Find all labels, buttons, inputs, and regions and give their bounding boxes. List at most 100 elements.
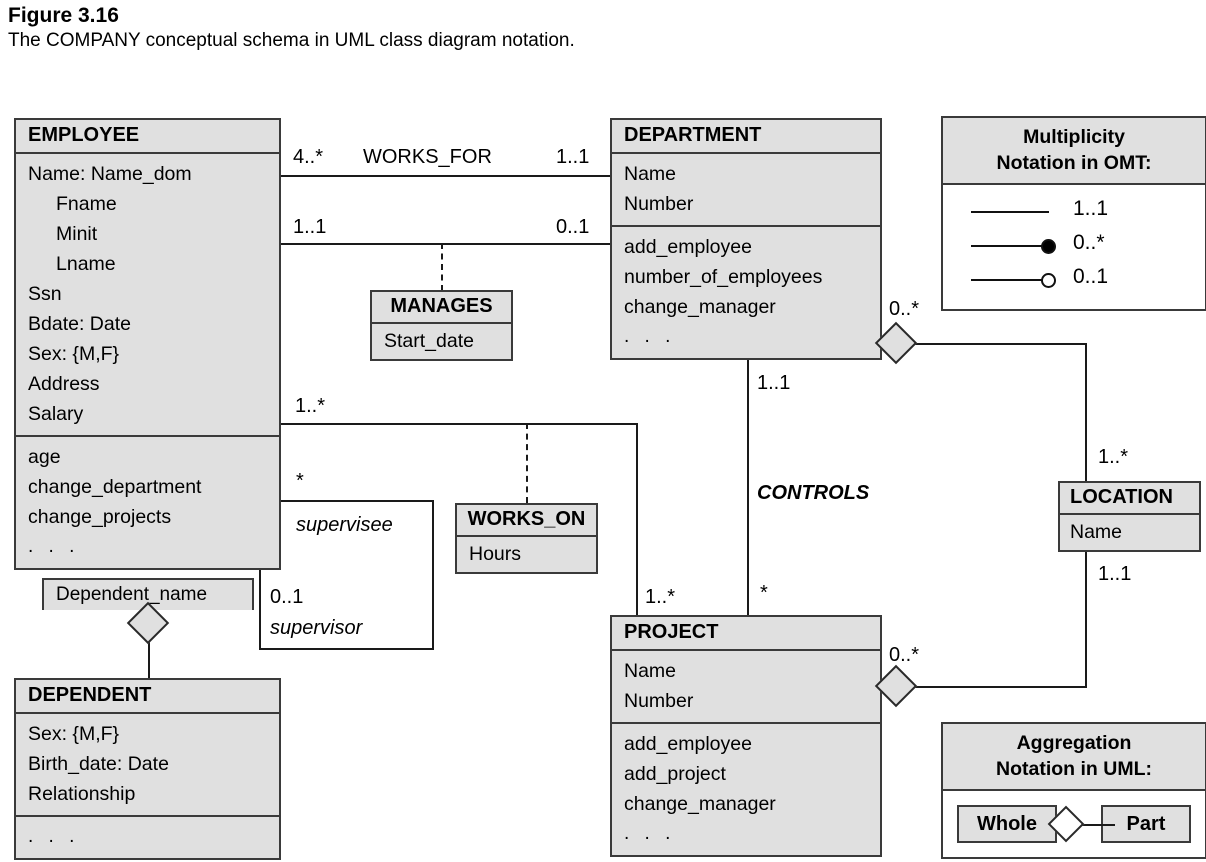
project-location-project-multiplicity: 0..*	[889, 644, 920, 666]
controls-label: CONTROLS	[757, 482, 870, 504]
class-employee-attributes: Name: Name_dom Fname Minit Lname Ssn Bda…	[16, 154, 279, 435]
class-project-operations: add_employee add_project change_manager …	[612, 722, 880, 855]
legend-aggregation-title: Aggregation Notation in UML:	[943, 724, 1205, 791]
supervisor-multiplicity: 0..1	[270, 586, 304, 608]
legend-row-label: 1..1	[1073, 197, 1109, 220]
attribute-row: Relationship	[28, 783, 136, 805]
class-project-name: PROJECT	[612, 617, 880, 651]
legend-aggregation-notation: Aggregation Notation in UML: Whole Part	[941, 722, 1206, 859]
operation-row: age	[28, 446, 61, 468]
legend-aggregation-body: Whole Part	[943, 791, 1205, 857]
association-class-manages-name: MANAGES	[372, 292, 511, 324]
operation-row: add_project	[624, 763, 726, 785]
legend-row: 0..1	[943, 263, 1205, 297]
association-class-manages[interactable]: MANAGES Start_date	[370, 290, 513, 361]
operation-row: number_of_employees	[624, 266, 823, 288]
manages-line	[281, 243, 610, 245]
legend-row-label: 0..1	[1073, 265, 1109, 288]
legend-row: 0..*	[943, 229, 1205, 263]
attribute-row: Birth_date: Date	[28, 753, 169, 775]
class-employee[interactable]: EMPLOYEE Name: Name_dom Fname Minit Lnam…	[14, 118, 281, 570]
attribute-row: Fname	[56, 193, 117, 215]
filled-circle-icon	[1041, 239, 1056, 254]
class-dependent[interactable]: DEPENDENT Sex: {M,F} Birth_date: Date Re…	[14, 678, 281, 860]
legend-row: 1..1	[943, 195, 1205, 229]
attribute-row: Bdate: Date	[28, 313, 131, 335]
legend-whole-box: Whole	[957, 805, 1057, 843]
attribute-row: Salary	[28, 403, 84, 425]
manages-department-multiplicity: 0..1	[556, 216, 590, 238]
manages-dashed-connector	[441, 243, 443, 291]
works-on-employee-multiplicity: 1..*	[295, 395, 326, 417]
supervisor-role-label: supervisor	[270, 617, 363, 639]
supervisee-role-label: supervisee	[296, 514, 393, 536]
controls-department-multiplicity: 1..1	[757, 372, 791, 394]
works-on-line	[281, 423, 638, 425]
class-project[interactable]: PROJECT Name Number add_employee add_pro…	[610, 615, 882, 857]
legend-multiplicity-notation: Multiplicity Notation in OMT: 1..1 0..* …	[941, 116, 1206, 311]
operation-row: . . .	[624, 823, 676, 844]
project-location-horizontal	[902, 686, 1087, 688]
figure-number: Figure 3.16	[8, 4, 119, 27]
figure-caption: The COMPANY conceptual schema in UML cla…	[8, 30, 575, 51]
project-location-vertical	[1085, 548, 1087, 688]
class-dependent-name: DEPENDENT	[16, 680, 279, 714]
dept-location-department-multiplicity: 0..*	[889, 298, 920, 320]
operation-row: . . .	[624, 326, 676, 347]
operation-row: add_employee	[624, 733, 752, 755]
controls-project-multiplicity: *	[760, 582, 768, 604]
class-department[interactable]: DEPARTMENT Name Number add_employee numb…	[610, 118, 882, 360]
dept-location-location-multiplicity: 1..*	[1098, 446, 1129, 468]
attribute-row: Hours	[469, 543, 522, 565]
controls-line	[747, 356, 749, 615]
class-location[interactable]: LOCATION Name	[1058, 481, 1201, 552]
attribute-row: Address	[28, 373, 100, 395]
association-line-icon	[971, 279, 1049, 281]
legend-multiplicity-title-line2: Notation in OMT:	[996, 152, 1152, 174]
attribute-row: Start_date	[384, 330, 474, 352]
class-dependent-attributes: Sex: {M,F} Birth_date: Date Relationship	[16, 714, 279, 815]
association-class-works-on[interactable]: WORKS_ON Hours	[455, 503, 598, 574]
attribute-row: Number	[624, 690, 694, 712]
dept-location-vertical	[1085, 343, 1087, 481]
operation-row: add_employee	[624, 236, 752, 258]
attribute-row: Minit	[56, 223, 98, 245]
dept-location-horizontal	[902, 343, 1087, 345]
operation-row: change_manager	[624, 296, 776, 318]
legend-row-label: 0..*	[1073, 231, 1105, 254]
operation-row: . . .	[28, 826, 80, 847]
works-on-project-multiplicity: 1..*	[645, 586, 676, 608]
works-on-vertical	[636, 423, 638, 615]
works-for-department-multiplicity: 1..1	[556, 146, 590, 168]
attribute-row: Number	[624, 193, 694, 215]
class-department-name: DEPARTMENT	[612, 120, 880, 154]
association-line-icon	[971, 211, 1049, 213]
attribute-row: Name	[1070, 521, 1123, 543]
works-on-dashed-connector	[526, 423, 528, 503]
manages-employee-multiplicity: 1..1	[293, 216, 327, 238]
association-class-works-on-attributes: Hours	[457, 537, 596, 572]
class-department-attributes: Name Number	[612, 154, 880, 225]
association-class-works-on-name: WORKS_ON	[457, 505, 596, 537]
attribute-row: Ssn	[28, 283, 62, 305]
attribute-row: Sex: {M,F}	[28, 343, 120, 365]
class-dependent-operations: . . .	[16, 815, 279, 858]
class-location-attributes: Name	[1060, 515, 1199, 550]
attribute-row: Sex: {M,F}	[28, 723, 120, 745]
class-employee-name: EMPLOYEE	[16, 120, 279, 154]
attribute-row: Lname	[56, 253, 116, 275]
hollow-circle-icon	[1041, 273, 1056, 288]
class-project-attributes: Name Number	[612, 651, 880, 722]
project-location-location-multiplicity: 1..1	[1098, 563, 1132, 585]
supervisee-multiplicity: *	[296, 470, 304, 492]
association-line-icon	[971, 245, 1049, 247]
legend-aggregation-title-line1: Aggregation	[1016, 732, 1132, 754]
legend-multiplicity-title: Multiplicity Notation in OMT:	[943, 118, 1205, 185]
attribute-row: Name: Name_dom	[28, 163, 192, 185]
class-location-name: LOCATION	[1060, 483, 1199, 515]
attribute-row: Name	[624, 163, 677, 185]
legend-multiplicity-body: 1..1 0..* 0..1	[943, 185, 1205, 309]
works-for-employee-multiplicity: 4..*	[293, 146, 324, 168]
class-employee-operations: age change_department change_projects . …	[16, 435, 279, 568]
association-class-manages-attributes: Start_date	[372, 324, 511, 359]
